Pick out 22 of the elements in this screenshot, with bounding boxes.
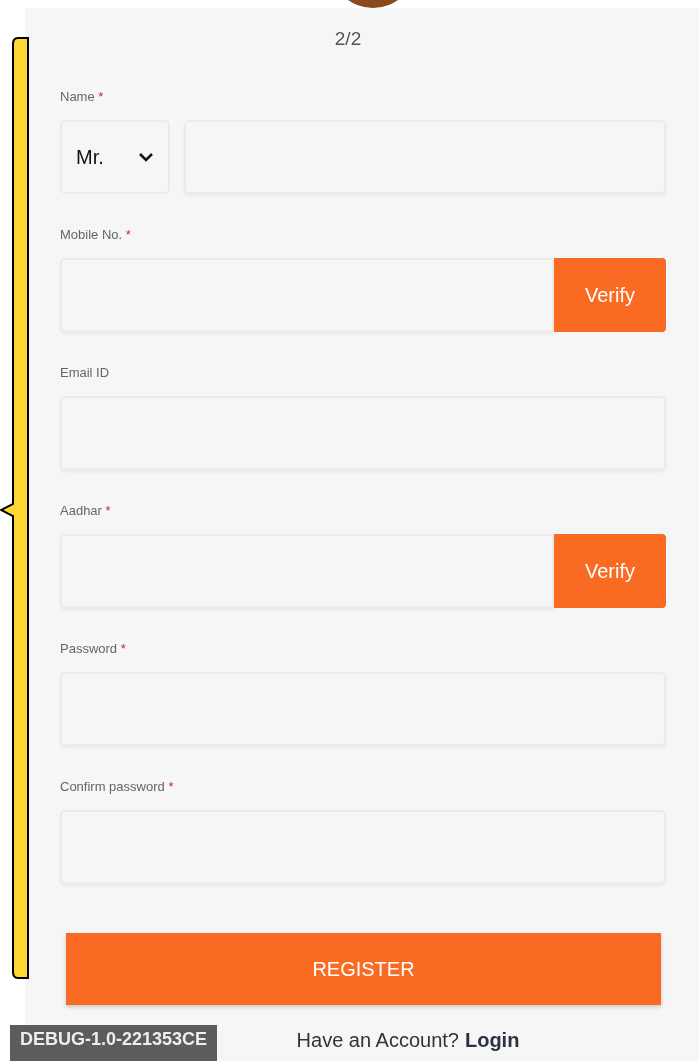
account-prompt: Have an Account? [296, 1029, 459, 1052]
required-mark: * [125, 227, 131, 242]
field-label: Password [60, 641, 118, 656]
verify-button[interactable]: Verify [554, 258, 666, 332]
input-field[interactable] [60, 258, 554, 332]
field-label: Name [60, 89, 95, 104]
required-mark: * [105, 503, 111, 518]
debug-banner: DEBUG-1.0-221353CE [10, 1025, 218, 1061]
chevron-down-icon [138, 152, 154, 162]
field-label: Email ID [60, 365, 110, 380]
required-mark: * [168, 779, 174, 794]
step-counter: 2/2 [334, 28, 362, 50]
title-dropdown[interactable]: Mr. [60, 120, 170, 194]
required-mark: * [98, 89, 104, 104]
field-label: Mobile No. [60, 227, 123, 242]
verify-button[interactable]: Verify [554, 534, 666, 608]
input-field[interactable] [60, 534, 554, 608]
required-mark: * [120, 641, 126, 656]
login-link[interactable]: Login [464, 1029, 520, 1052]
register-button[interactable]: REGISTER [66, 933, 661, 1005]
field-label: Aadhar [60, 503, 102, 518]
field-label: Confirm password [60, 779, 165, 794]
